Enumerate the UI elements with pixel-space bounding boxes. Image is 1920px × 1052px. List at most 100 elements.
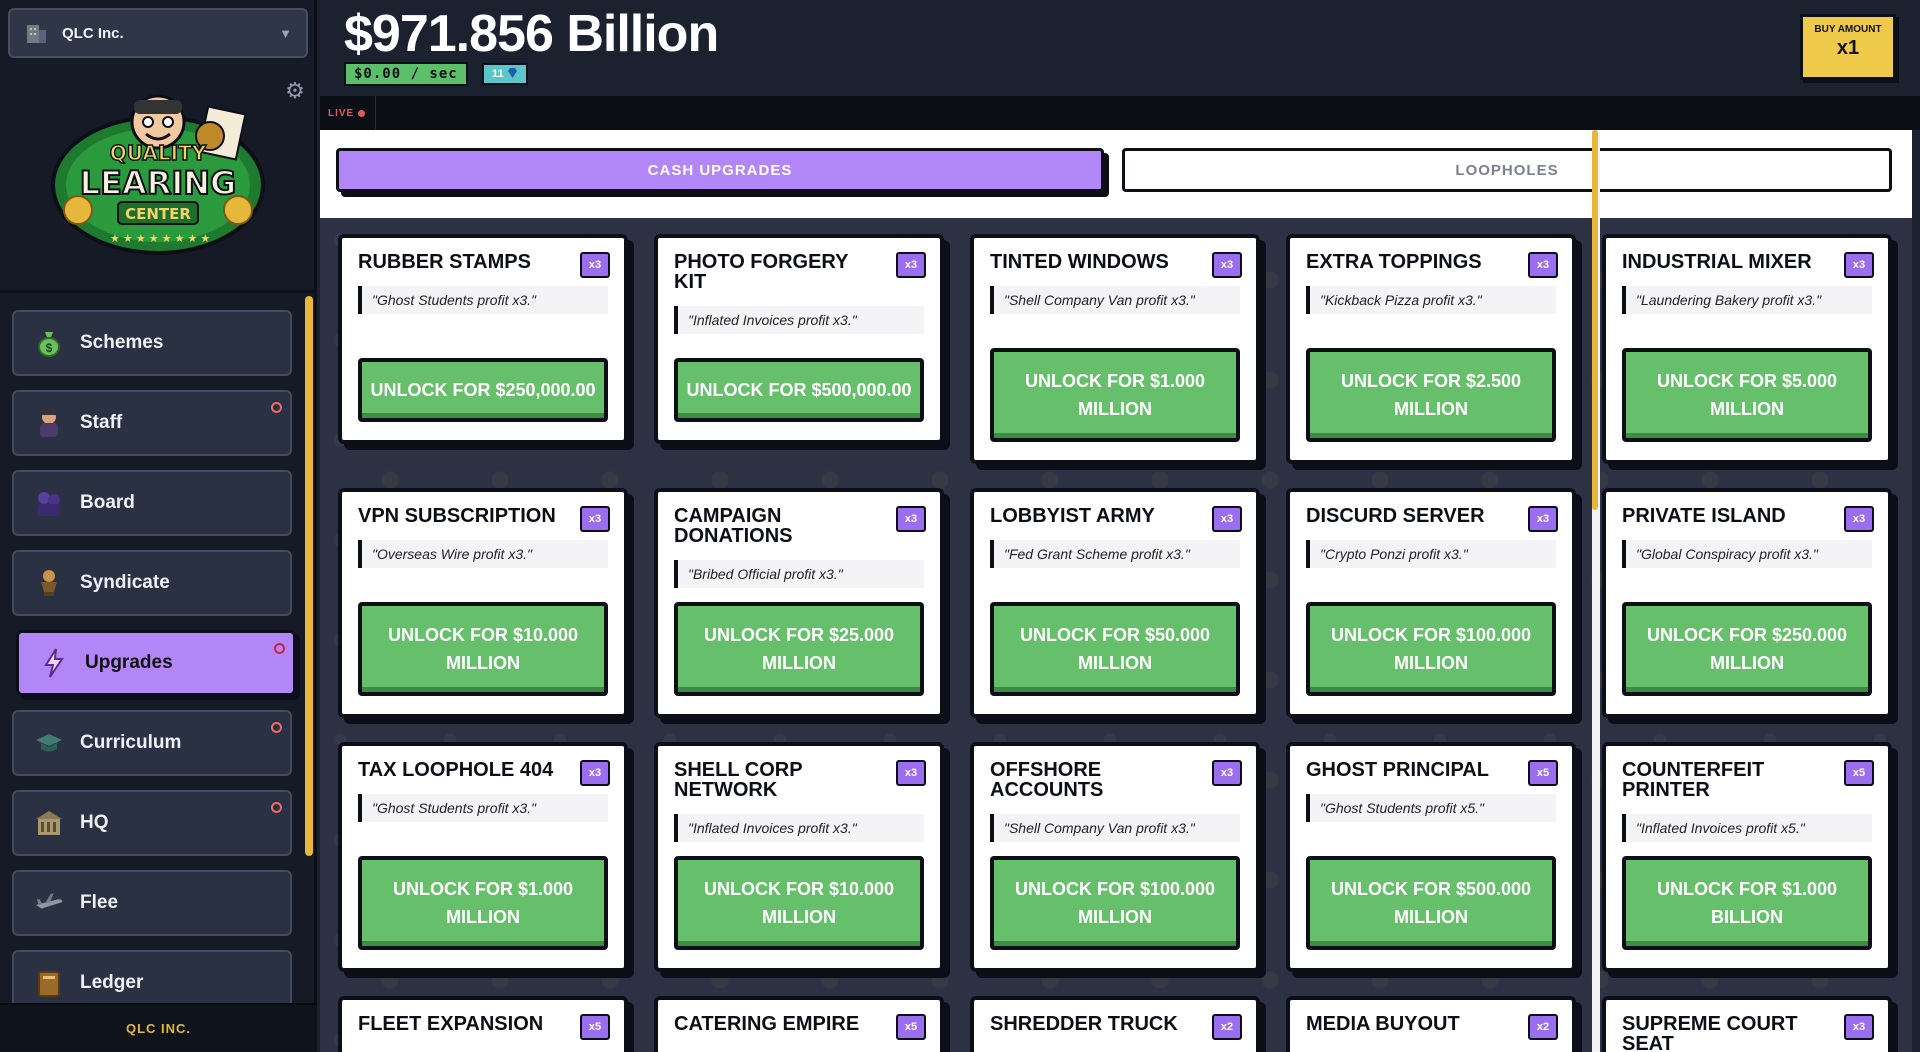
multiplier-badge: x3	[580, 506, 610, 532]
board-icon	[34, 488, 64, 518]
company-select[interactable]: QLC Inc. ▼	[8, 8, 308, 58]
upgrade-card: CATERING EMPIRE x5	[654, 996, 944, 1052]
staff-icon	[34, 408, 64, 438]
upgrade-card: INDUSTRIAL MIXER x3 "Laundering Bakery pro…	[1602, 234, 1892, 464]
upgrade-card: COUNTERFEIT PRINTER x5 "Inflated Invoices …	[1602, 742, 1892, 972]
company-name: QLC Inc.	[62, 24, 124, 42]
notification-dot	[274, 643, 285, 654]
tab-loopholes[interactable]: LOOPHOLES	[1122, 148, 1892, 192]
upgrade-description: "Global Conspiracy profit x3."	[1622, 540, 1872, 568]
gear-icon[interactable]: ⚙	[284, 80, 306, 102]
sidebar-scrollbar[interactable]	[305, 296, 313, 856]
gem-counter[interactable]: 11	[482, 63, 528, 85]
unlock-button[interactable]: UNLOCK FOR $250.000 MILLION	[1622, 602, 1872, 696]
unlock-button[interactable]: UNLOCK FOR $10.000 MILLION	[358, 602, 608, 696]
sidebar-item-label: Flee	[80, 892, 119, 913]
unlock-button[interactable]: UNLOCK FOR $5.000 MILLION	[1622, 348, 1872, 442]
upgrade-title: RUBBER STAMPS	[358, 251, 531, 273]
upgrade-description: "Inflated Invoices profit x3."	[674, 814, 924, 842]
multiplier-badge: x3	[1528, 252, 1558, 278]
gem-count: 11	[492, 68, 504, 80]
upgrade-title: CATERING EMPIRE	[674, 1013, 860, 1035]
lightning-icon	[39, 648, 69, 678]
unlock-button[interactable]: UNLOCK FOR $50.000 MILLION	[990, 602, 1240, 696]
unlock-button[interactable]: UNLOCK FOR $250,000.00	[358, 358, 608, 422]
sidebar-item-hq[interactable]: HQ	[12, 790, 292, 856]
unlock-button[interactable]: UNLOCK FOR $500.000 MILLION	[1306, 856, 1556, 950]
logo-line2: LEARING	[80, 164, 237, 202]
sidebar-item-syndicate[interactable]: Syndicate	[12, 550, 292, 616]
logo-line3: CENTER	[125, 205, 191, 223]
upgrade-description: "Inflated Invoices profit x5."	[1622, 814, 1872, 842]
upgrade-title: SHREDDER TRUCK	[990, 1013, 1178, 1035]
tab-cash-upgrades[interactable]: CASH UPGRADES	[336, 148, 1104, 192]
upgrade-title: PRIVATE ISLAND	[1622, 505, 1786, 527]
sidebar-item-label: Staff	[80, 412, 123, 433]
sidebar-item-flee[interactable]: Flee	[12, 870, 292, 936]
sidebar-item-curriculum[interactable]: Curriculum	[12, 710, 292, 776]
upgrade-title: FLEET EXPANSION	[358, 1013, 544, 1035]
unlock-button[interactable]: UNLOCK FOR $10.000 MILLION	[674, 856, 924, 950]
upgrade-title: SUPREME COURT SEAT	[1622, 1013, 1798, 1052]
sidebar-divider	[0, 290, 317, 293]
upgrade-description: "Shell Company Van profit x3."	[990, 286, 1240, 314]
sidebar-item-label: Upgrades	[85, 652, 173, 673]
upgrade-card: GHOST PRINCIPAL x5 "Ghost Students profit …	[1286, 742, 1576, 972]
live-ticker: LIVE	[320, 96, 1920, 130]
sidebar-item-board[interactable]: Board	[12, 470, 292, 536]
upgrade-grid: RUBBER STAMPS x3 "Ghost Students profit x3…	[338, 234, 1898, 1052]
upgrade-title: VPN SUBSCRIPTION	[358, 505, 556, 527]
main-scrollbar[interactable]	[1592, 130, 1600, 1052]
buy-amount-button[interactable]: BUY AMOUNT x1	[1800, 14, 1896, 80]
upgrade-title: CAMPAIGN DONATIONS	[674, 505, 793, 547]
unlock-button[interactable]: UNLOCK FOR $1.000 MILLION	[990, 348, 1240, 442]
chevron-down-icon: ▼	[279, 25, 292, 41]
logo-line1: QUALITY	[110, 141, 207, 165]
sidebar-item-label: Board	[80, 492, 135, 513]
unlock-button[interactable]: UNLOCK FOR $500,000.00	[674, 358, 924, 422]
upgrade-title: DISCURD SERVER	[1306, 505, 1485, 527]
unlock-button[interactable]: UNLOCK FOR $100.000 MILLION	[990, 856, 1240, 950]
upgrade-title: OFFSHORE ACCOUNTS	[990, 759, 1104, 801]
sidebar-item-schemes[interactable]: $ Schemes	[12, 310, 292, 376]
upgrade-card: MEDIA BUYOUT x2	[1286, 996, 1576, 1052]
sidebar-item-label: HQ	[80, 812, 109, 833]
multiplier-badge: x3	[1212, 506, 1242, 532]
unlock-button[interactable]: UNLOCK FOR $1.000 MILLION	[358, 856, 608, 950]
sidebar-footer: QLC INC.	[0, 1003, 317, 1052]
unlock-button[interactable]: UNLOCK FOR $2.500 MILLION	[1306, 348, 1556, 442]
live-dot-icon	[358, 109, 366, 117]
unlock-button[interactable]: UNLOCK FOR $1.000 BILLION	[1622, 856, 1872, 950]
multiplier-badge: x5	[1528, 760, 1558, 786]
upgrade-card: LOBBYIST ARMY x3 "Fed Grant Scheme profit …	[970, 488, 1260, 718]
upgrade-card: DISCURD SERVER x3 "Crypto Ponzi profit x3.…	[1286, 488, 1576, 718]
multiplier-badge: x3	[896, 252, 926, 278]
upgrade-title: PHOTO FORGERY KIT	[674, 251, 849, 293]
upgrade-description: "Laundering Bakery profit x3."	[1622, 286, 1872, 314]
upgrade-title: LOBBYIST ARMY	[990, 505, 1155, 527]
buy-amount-label: BUY AMOUNT	[1814, 24, 1882, 35]
upgrade-description: "Bribed Official profit x3."	[674, 560, 924, 588]
notification-dot	[271, 722, 282, 733]
upgrade-title: MEDIA BUYOUT	[1306, 1013, 1460, 1035]
upgrade-description: "Ghost Students profit x5."	[1306, 794, 1556, 822]
upgrade-description: "Ghost Students profit x3."	[358, 794, 608, 822]
upgrade-description: "Kickback Pizza profit x3."	[1306, 286, 1556, 314]
upgrade-card: RUBBER STAMPS x3 "Ghost Students profit x3…	[338, 234, 628, 444]
sidebar-item-label: Curriculum	[80, 732, 182, 753]
sidebar-item-label: Schemes	[80, 332, 164, 353]
sidebar-item-staff[interactable]: Staff	[12, 390, 292, 456]
upgrade-card: OFFSHORE ACCOUNTS x3 "Shell Company Van pr…	[970, 742, 1260, 972]
sidebar-item-label: Ledger	[80, 972, 144, 993]
upgrade-card: CAMPAIGN DONATIONS x3 "Bribed Official pro…	[654, 488, 944, 718]
unlock-button[interactable]: UNLOCK FOR $100.000 MILLION	[1306, 602, 1556, 696]
notification-dot	[271, 802, 282, 813]
header: $971.856 Billion $0.00 / sec 11 BUY AMOU…	[320, 0, 1920, 96]
upgrade-description: "Shell Company Van profit x3."	[990, 814, 1240, 842]
main-scrollbar-thumb[interactable]	[1592, 130, 1598, 510]
multiplier-badge: x3	[1528, 506, 1558, 532]
balance: $971.856 Billion	[344, 5, 719, 63]
sidebar-item-upgrades[interactable]: Upgrades	[16, 630, 296, 696]
unlock-button[interactable]: UNLOCK FOR $25.000 MILLION	[674, 602, 924, 696]
upgrade-description: "Inflated Invoices profit x3."	[674, 306, 924, 334]
